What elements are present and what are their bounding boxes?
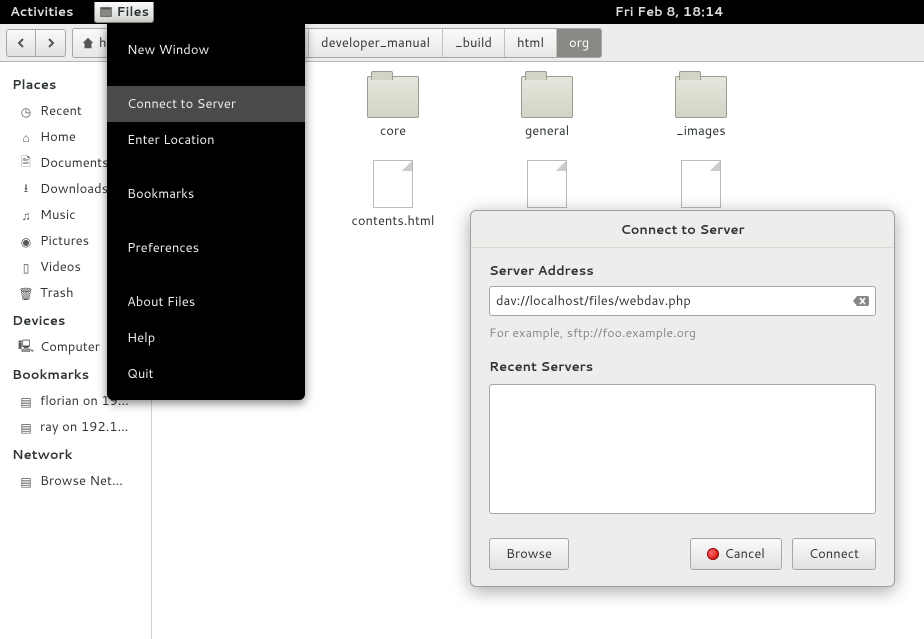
document-icon [373, 160, 413, 208]
menu-item-enter-location[interactable]: Enter Location [107, 122, 305, 158]
file-item[interactable]: contents.html [316, 160, 470, 230]
recent-servers-label: Recent Servers [489, 358, 876, 376]
server-address-hint: For example, sftp://foo.example.org [489, 324, 876, 342]
document-icon [527, 160, 567, 208]
server-address-input[interactable] [496, 292, 853, 310]
clock[interactable]: Fri Feb 8, 18:14 [615, 3, 724, 21]
sidebar-item-label: Downloads [40, 180, 108, 198]
menu-item-preferences[interactable]: Preferences [107, 230, 305, 266]
sidebar-item-label: Computer [40, 338, 100, 356]
network-header: Network [4, 440, 147, 468]
sidebar-item-label: Trash [40, 284, 74, 302]
menu-item-help[interactable]: Help [107, 320, 305, 356]
sidebar-item-label: Music [40, 206, 76, 224]
remote-icon: ▤ [18, 419, 34, 435]
server-address-label: Server Address [489, 262, 876, 280]
clear-input-icon[interactable] [853, 294, 869, 308]
videos-icon: ▯ [18, 259, 34, 275]
document-icon [681, 160, 721, 208]
home-icon: ⌂ [18, 129, 34, 145]
forward-button[interactable] [36, 29, 66, 57]
sidebar-item-label: Home [40, 128, 76, 146]
breadcrumb-segment[interactable]: html [505, 29, 557, 57]
sidebar-item[interactable]: ▤ Browse Net… [4, 468, 147, 494]
files-icon [99, 5, 113, 19]
breadcrumb-segment[interactable]: _build [443, 29, 505, 57]
back-button[interactable] [6, 29, 36, 57]
menu-item-connect-to-server[interactable]: Connect to Server [107, 86, 305, 122]
music-icon: ♫ [18, 207, 34, 223]
dialog-title: Connect to Server [471, 211, 894, 248]
breadcrumb-segment[interactable]: org [557, 29, 601, 57]
folder-item[interactable]: _images [624, 76, 778, 140]
sidebar-item-label: Browse Net… [40, 472, 123, 490]
folder-item[interactable]: general [470, 76, 624, 140]
file-label: _images [676, 122, 725, 140]
connect-button[interactable]: Connect [792, 538, 876, 570]
file-label: core [380, 122, 406, 140]
folder-icon [675, 76, 727, 118]
sidebar-item-label: Recent [40, 102, 82, 120]
folder-icon [367, 76, 419, 118]
browse-button[interactable]: Browse [489, 538, 569, 570]
downloads-icon: ⭳ [18, 181, 34, 197]
recent-icon: ◷ [18, 103, 34, 119]
menu-item-about-files[interactable]: About Files [107, 284, 305, 320]
network-icon: ▤ [18, 473, 34, 489]
sidebar-item-label: Documents [40, 154, 109, 172]
app-menu: New Window Connect to ServerEnter Locatio… [107, 24, 305, 400]
documents-icon: 🖹 [18, 155, 34, 171]
recent-servers-list[interactable] [489, 384, 876, 514]
sidebar-item-label: Videos [40, 258, 81, 276]
menu-item-quit[interactable]: Quit [107, 356, 305, 392]
top-panel: Activities Files Fri Feb 8, 18:14 [0, 0, 924, 24]
sidebar-item-label: Pictures [40, 232, 89, 250]
connect-to-server-dialog: Connect to Server Server Address For exa… [470, 210, 895, 587]
sidebar-item-label: ray on 192.1… [40, 418, 128, 436]
drive-icon: 🖳 [18, 339, 34, 355]
menu-item-new-window[interactable]: New Window [107, 32, 305, 68]
cancel-button[interactable]: Cancel [690, 538, 782, 570]
breadcrumb-segment[interactable]: developer_manual [309, 29, 443, 57]
file-label: contents.html [352, 212, 435, 230]
remote-icon: ▤ [18, 393, 34, 409]
sidebar-item[interactable]: ▤ ray on 192.1… [4, 414, 147, 440]
menu-item-bookmarks[interactable]: Bookmarks [107, 176, 305, 212]
activities-button[interactable]: Activities [10, 3, 74, 21]
folder-icon [521, 76, 573, 118]
stop-icon [707, 548, 719, 560]
trash-icon: 🗑 [18, 285, 34, 301]
folder-item[interactable]: core [316, 76, 470, 140]
file-label: general [525, 122, 569, 140]
pictures-icon: ◉ [18, 233, 34, 249]
